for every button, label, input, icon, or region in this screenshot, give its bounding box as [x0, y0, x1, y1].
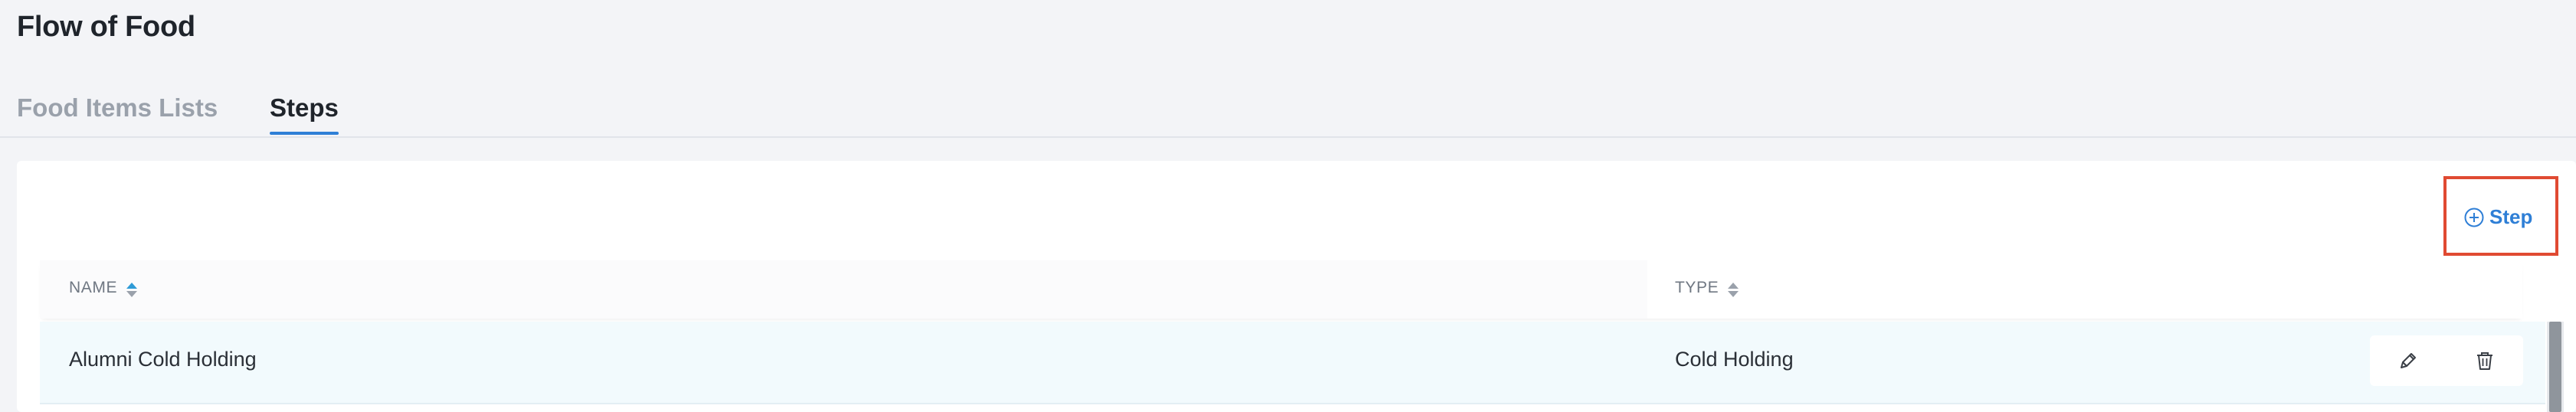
- plus-circle-icon: [2463, 207, 2485, 228]
- cell-name: Alumni Cold Holding: [69, 348, 257, 371]
- column-header-name[interactable]: NAME: [69, 279, 138, 297]
- column-header-type-label: TYPE: [1675, 279, 1719, 296]
- tab-bar: Food Items Lists Steps: [0, 84, 2576, 138]
- row-actions: [2370, 335, 2523, 386]
- column-header-name-label: NAME: [69, 279, 118, 296]
- add-step-button[interactable]: Step: [2463, 205, 2532, 229]
- page-title: Flow of Food: [17, 11, 195, 43]
- scrollbar-thumb[interactable]: [2549, 322, 2561, 412]
- column-header-type[interactable]: TYPE: [1675, 279, 1739, 297]
- sort-icon[interactable]: [1728, 280, 1739, 297]
- table-header-name-bg: [40, 260, 1647, 319]
- table-header: NAME TYPE: [40, 260, 2522, 319]
- add-step-label: Step: [2489, 205, 2533, 228]
- edit-button[interactable]: [2393, 345, 2424, 376]
- tab-food-items-lists[interactable]: Food Items Lists: [17, 93, 218, 123]
- trash-icon: [2473, 349, 2496, 372]
- delete-button[interactable]: [2469, 345, 2500, 376]
- cell-type: Cold Holding: [1675, 348, 1794, 371]
- tab-steps[interactable]: Steps: [270, 93, 339, 135]
- edit-icon: [2397, 349, 2420, 372]
- table-row[interactable]: Alumni Cold Holding Cold Holding: [40, 322, 2545, 404]
- vertical-scrollbar[interactable]: [2547, 322, 2564, 412]
- sort-icon[interactable]: [126, 280, 138, 297]
